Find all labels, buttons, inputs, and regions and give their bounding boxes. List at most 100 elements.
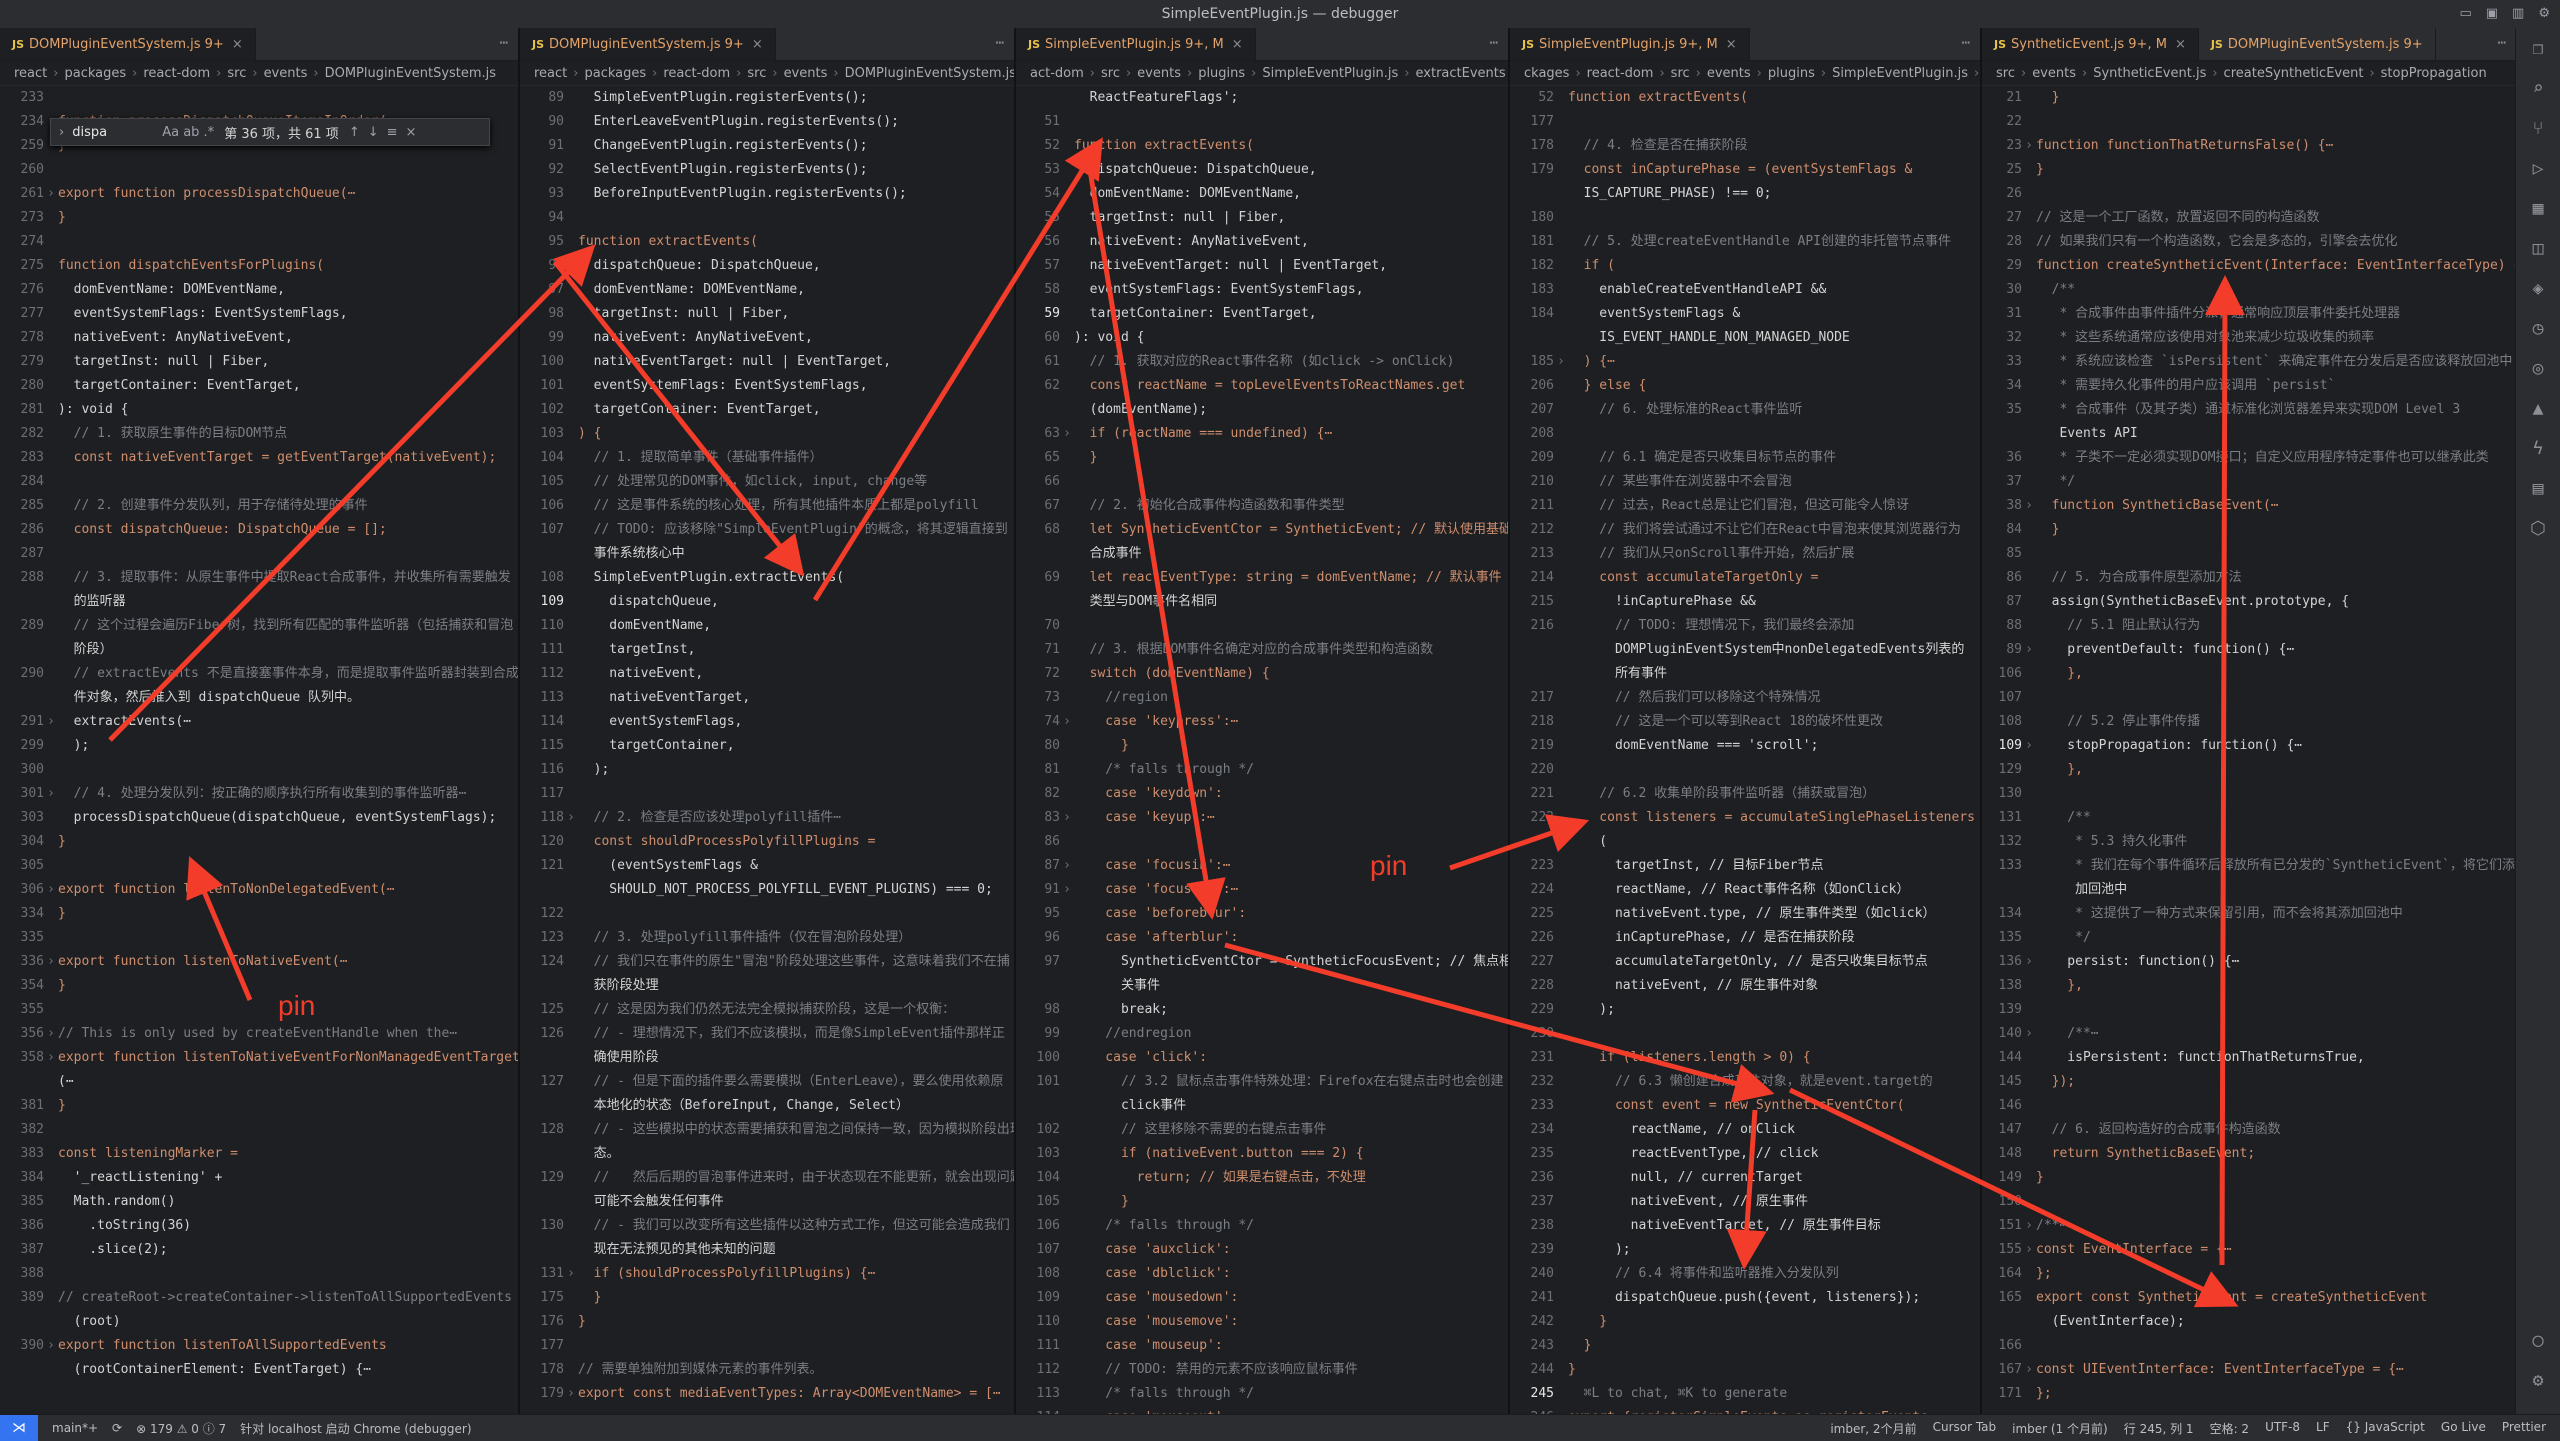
layout-icon[interactable]: ▣ <box>2486 6 2498 21</box>
code-line[interactable]: 52 function extractEvents( <box>1510 86 1980 110</box>
code-line[interactable]: 101 // 3.2 鼠标点击事件特殊处理：Firefox在右键点击时也会创建 <box>1016 1070 1508 1094</box>
code-line[interactable]: 116 ); <box>520 758 1014 782</box>
breadcrumb-item[interactable]: react-dom <box>1587 66 1654 81</box>
code-line[interactable]: 105 } <box>1016 1190 1508 1214</box>
breadcrumb-item[interactable]: src <box>1101 66 1120 81</box>
code-line[interactable]: 101 eventSystemFlags: EventSystemFlags, <box>520 374 1014 398</box>
code-line[interactable]: 104 // 1. 提取简单事件（基础事件插件） <box>520 446 1014 470</box>
code-line[interactable]: 390 › export function listenToAllSupported… <box>0 1334 518 1358</box>
code-line[interactable]: 260 <box>0 158 518 182</box>
editor-tab[interactable]: JS SyntheticEvent.js 9+, M × <box>1982 28 2199 60</box>
code-line[interactable]: 35 * 合成事件（及其子类）通过标准化浏览器差异来实现DOM Level 3 <box>1982 398 2516 422</box>
code-line[interactable]: 51 <box>1016 110 1508 134</box>
code-line[interactable]: ReactFeatureFlags'; <box>1016 86 1508 110</box>
code-line[interactable]: 127 // - 但是下面的插件要么需要模拟（EnterLeave），要么使用依… <box>520 1070 1014 1094</box>
code-line[interactable]: 52 function extractEvents( <box>1016 134 1508 158</box>
code-line[interactable]: 382 <box>0 1118 518 1142</box>
find-input[interactable]: dispa <box>72 125 162 140</box>
fold-chevron-icon[interactable]: › <box>1060 806 1074 830</box>
code-line[interactable]: 108 // 5.2 停止事件传播 <box>1982 710 2516 734</box>
code-line[interactable]: 53 dispatchQueue: DispatchQueue, <box>1016 158 1508 182</box>
code-line[interactable]: 299 ); <box>0 734 518 758</box>
find-expand-icon[interactable]: › <box>59 125 64 140</box>
fold-chevron-icon[interactable]: › <box>44 782 58 806</box>
find-navigation-icons[interactable]: ↑↓≡× <box>349 125 425 140</box>
code-line[interactable]: 117 <box>520 782 1014 806</box>
breadcrumb-item[interactable]: events <box>1707 66 1751 81</box>
code-line[interactable]: 89 › preventDefault: function() {⋯ <box>1982 638 2516 662</box>
bolt-icon[interactable]: ϟ <box>2516 428 2560 468</box>
code-line[interactable]: 82 case 'keydown': <box>1016 782 1508 806</box>
code-line[interactable]: 112 // TODO: 禁用的元素不应该响应鼠标事件 <box>1016 1358 1508 1382</box>
code-line[interactable]: 100 nativeEventTarget: null | EventTarge… <box>520 350 1014 374</box>
code-line[interactable]: 167 › const UIEventInterface: EventInterfa… <box>1982 1358 2516 1382</box>
cone-icon[interactable]: ▲ <box>2516 388 2560 428</box>
code-line[interactable]: 245 ⌘L to chat, ⌘K to generate <box>1510 1382 1980 1406</box>
code-line[interactable]: 113 nativeEventTarget, <box>520 686 1014 710</box>
fold-chevron-icon[interactable]: › <box>44 950 58 974</box>
code-line[interactable]: 219 domEventName === 'scroll'; <box>1510 734 1980 758</box>
code-line[interactable]: 130 // - 我们可以改变所有这些插件以这种方式工作，但这可能会造成我们 <box>520 1214 1014 1238</box>
timeline-icon[interactable]: ◷ <box>2516 308 2560 348</box>
code-line[interactable]: 290 // extractEvents 不是直接塞事件本身，而是提取事件监听器… <box>0 662 518 686</box>
code-line[interactable]: 178 // 需要单独附加到媒体元素的事件列表。 <box>520 1358 1014 1382</box>
code-line[interactable]: 273} <box>0 206 518 230</box>
code-line[interactable]: 106 }, <box>1982 662 2516 686</box>
remote-icon[interactable]: ◎ <box>2516 348 2560 388</box>
code-line[interactable]: 106 // 这是事件系统的核心处理，所有其他插件本质上都是polyfill <box>520 494 1014 518</box>
code-line[interactable]: 80 } <box>1016 734 1508 758</box>
code-line[interactable]: 131 › if (shouldProcessPolyfillPlugins) {… <box>520 1262 1014 1286</box>
code-line[interactable]: 261 › export function processDispatchQueue… <box>0 182 518 206</box>
code-line[interactable]: 242 } <box>1510 1310 1980 1334</box>
code-line[interactable]: 类型与DOM事件名相同 <box>1016 590 1508 614</box>
code-line[interactable]: 111 case 'mouseup': <box>1016 1334 1508 1358</box>
code-line[interactable]: 240 // 6.4 将事件和监听器推入分发队列 <box>1510 1262 1980 1286</box>
code-line[interactable]: 334} <box>0 902 518 926</box>
code-line[interactable]: 态。 <box>520 1142 1014 1166</box>
code-line[interactable]: 236 null, // currentTarget <box>1510 1166 1980 1190</box>
code-line[interactable]: 289 // 这个过程会遍历Fiber树，找到所有匹配的事件监听器（包括捕获和冒… <box>0 614 518 638</box>
code-line[interactable]: 70 <box>1016 614 1508 638</box>
fold-chevron-icon[interactable]: › <box>2022 1022 2036 1046</box>
code-line[interactable]: 222 const listeners = accumulateSinglePh… <box>1510 806 1980 830</box>
fold-chevron-icon[interactable]: › <box>44 1046 58 1070</box>
code-line[interactable]: 239 ); <box>1510 1238 1980 1262</box>
more-actions-icon[interactable]: ⋯ <box>1490 35 1498 51</box>
fold-chevron-icon[interactable]: › <box>1554 350 1568 374</box>
breadcrumb-item[interactable]: react <box>14 66 47 81</box>
code-line[interactable]: 306 › export function listenToNonDelegated… <box>0 878 518 902</box>
breadcrumb-item[interactable]: DOMPluginEventSystem.js <box>845 66 1014 81</box>
debug-target[interactable]: 针对 localhost 启动 Chrome (debugger) <box>240 1420 471 1437</box>
code-line[interactable]: 305 <box>0 854 518 878</box>
code-line[interactable]: 140 › /**⋯ <box>1982 1022 2516 1046</box>
code-line[interactable]: 合成事件 <box>1016 542 1508 566</box>
sync-icon[interactable]: ⟳ <box>112 1421 122 1435</box>
code-line[interactable]: 171}; <box>1982 1382 2516 1406</box>
code-line[interactable]: 244} <box>1510 1358 1980 1382</box>
status-item[interactable]: LF <box>2316 1420 2330 1437</box>
editor-tab[interactable]: JS DOMPluginEventSystem.js 9+ × <box>520 28 776 60</box>
code-line[interactable]: 214 const accumulateTargetOnly = <box>1510 566 1980 590</box>
breadcrumb-item[interactable]: events <box>1137 66 1181 81</box>
code-line[interactable]: 59 targetContainer: EventTarget, <box>1016 302 1508 326</box>
code-line[interactable]: 102 targetContainer: EventTarget, <box>520 398 1014 422</box>
code-line[interactable]: 106 /* falls through */ <box>1016 1214 1508 1238</box>
code-line[interactable]: 133 * 我们在每个事件循环后释放所有已分发的`SyntheticEvent`… <box>1982 854 2516 878</box>
code-line[interactable]: 303 processDispatchQueue(dispatchQueue, … <box>0 806 518 830</box>
code-line[interactable]: 72 switch (domEventName) { <box>1016 662 1508 686</box>
code-line[interactable]: 103 if (nativeEvent.button === 2) { <box>1016 1142 1508 1166</box>
code-line[interactable]: 231 if (listeners.length > 0) { <box>1510 1046 1980 1070</box>
code-line[interactable]: 287 <box>0 542 518 566</box>
code-line[interactable]: 224 reactName, // React事件名称（如onClick） <box>1510 878 1980 902</box>
code-line[interactable]: 149} <box>1982 1166 2516 1190</box>
code-line[interactable]: 81 /* falls through */ <box>1016 758 1508 782</box>
code-line[interactable]: 227 accumulateTargetOnly, // 是否只收集目标节点 <box>1510 950 1980 974</box>
code-line[interactable]: 134 * 这提供了一种方式来保留引用，而不会将其添加回池中 <box>1982 902 2516 926</box>
fold-chevron-icon[interactable]: › <box>2022 734 2036 758</box>
editor-tab[interactable]: JS SimpleEventPlugin.js 9+, M × <box>1016 28 1256 60</box>
code-editor[interactable]: 89 SimpleEventPlugin.registerEvents(); 90… <box>520 86 1014 1406</box>
code-line[interactable]: 278 nativeEvent: AnyNativeEvent, <box>0 326 518 350</box>
code-line[interactable]: 97 SyntheticEventCtor = SyntheticFocusEv… <box>1016 950 1508 974</box>
code-line[interactable]: 136 › persist: function() {⋯ <box>1982 950 2516 974</box>
code-line[interactable]: 281): void { <box>0 398 518 422</box>
